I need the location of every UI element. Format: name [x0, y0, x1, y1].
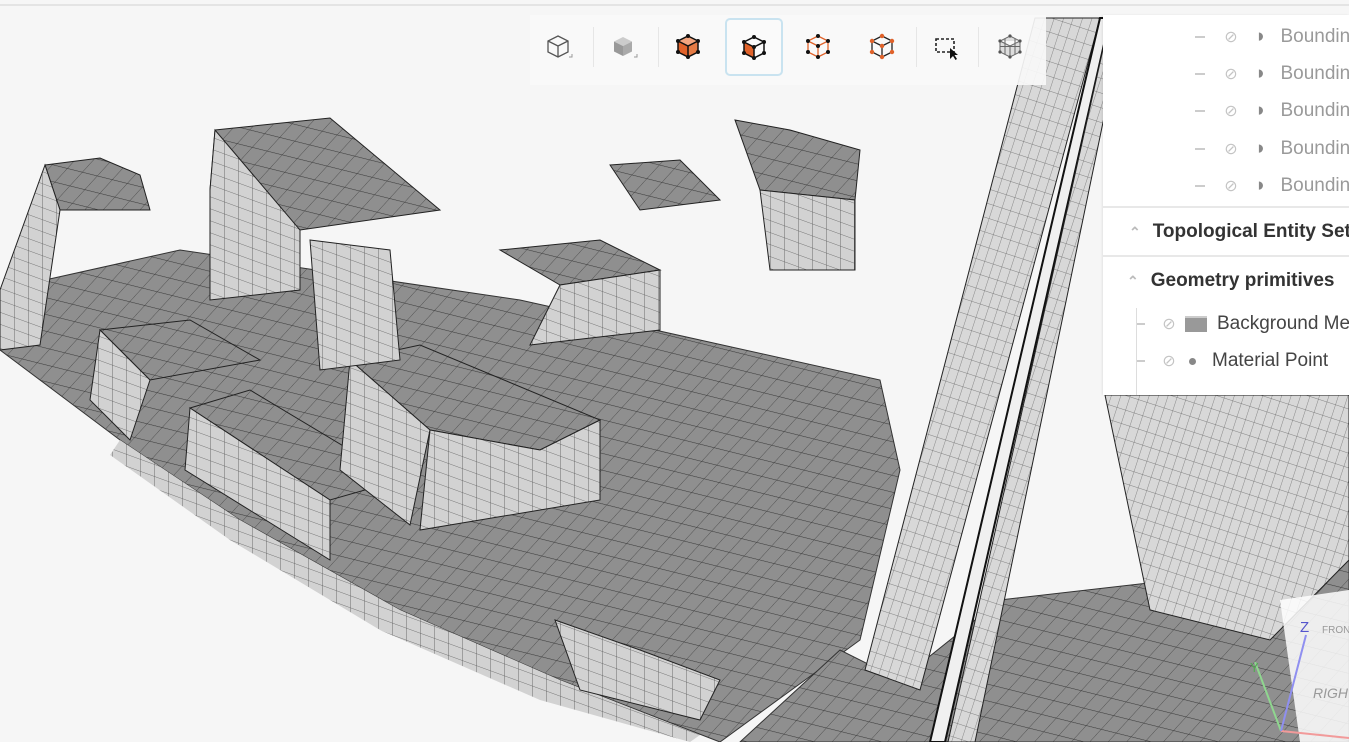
face-icon: ◗	[1255, 26, 1267, 47]
face-icon: ◗	[1255, 63, 1267, 84]
face-icon: ◗	[1255, 175, 1267, 196]
select-face-button[interactable]	[725, 18, 783, 76]
select-face-icon	[742, 35, 766, 60]
gizmo-face-front[interactable]: FRONT	[1322, 625, 1349, 636]
box-icon	[1185, 316, 1207, 332]
point-icon	[1189, 357, 1196, 365]
divider	[1103, 255, 1349, 257]
eye-hidden-icon[interactable]: ⊘	[1221, 139, 1241, 159]
divider	[1103, 206, 1349, 208]
box-select-icon	[935, 38, 958, 60]
eye-hidden-icon[interactable]: ⊘	[1221, 101, 1241, 121]
face-icon: ◗	[1255, 100, 1267, 121]
tree-item-background-mesh[interactable]: ⊘ Background Me	[1137, 306, 1349, 342]
cube-wireframe-icon	[547, 35, 573, 58]
select-volume-icon	[676, 34, 700, 59]
tree-item-bounding-3[interactable]: ⊘◗Bounding	[1195, 93, 1349, 129]
eye-hidden-icon[interactable]: ⊘	[1221, 27, 1241, 47]
tree-item-bounding-5[interactable]: ⊘◗Bounding	[1195, 168, 1349, 204]
eye-hidden-icon[interactable]: ⊘	[1159, 314, 1179, 334]
chevron-up-icon: ⌃	[1127, 272, 1139, 289]
scene-tree-panel: ⊘◗Bounding ⊘◗Bounding ⊘◗Bounding ⊘◗Bound…	[1103, 15, 1349, 395]
eye-hidden-icon[interactable]: ⊘	[1221, 64, 1241, 84]
section-topological-entity-sets[interactable]: ⌃ Topological Entity Sets	[1129, 214, 1349, 250]
tree-item-bounding-2[interactable]: ⊘◗Bounding	[1195, 56, 1349, 92]
eye-hidden-icon[interactable]: ⊘	[1159, 351, 1179, 371]
solid-view-button[interactable]	[595, 18, 651, 74]
mesh-view-button[interactable]	[982, 18, 1038, 74]
select-vertex-icon	[869, 33, 895, 60]
tree-item-bounding-4[interactable]: ⊘◗Bounding	[1195, 131, 1349, 167]
select-vertex-button[interactable]	[854, 18, 910, 74]
select-edge-icon	[806, 34, 830, 59]
axis-z-label: Z	[1300, 619, 1309, 636]
face-icon: ◗	[1255, 138, 1267, 159]
mesh-cube-icon	[998, 34, 1022, 59]
chevron-up-icon: ⌃	[1129, 223, 1141, 240]
eye-hidden-icon[interactable]: ⊘	[1221, 176, 1241, 196]
wireframe-view-button[interactable]	[530, 18, 586, 74]
section-geometry-primitives[interactable]: ⌃ Geometry primitives	[1127, 263, 1334, 299]
tree-item-material-point[interactable]: ⊘ Material Point	[1137, 343, 1328, 379]
tree-item-bounding-1[interactable]: ⊘◗Bounding	[1195, 19, 1349, 55]
select-volume-button[interactable]	[660, 18, 716, 74]
select-edge-button[interactable]	[790, 18, 846, 74]
cube-solid-icon	[614, 37, 638, 58]
viewer-toolbar	[530, 15, 1046, 85]
box-select-button[interactable]	[918, 18, 974, 74]
axis-y-label: Y	[1250, 660, 1259, 675]
gizmo-face-right[interactable]: RIGHT	[1313, 685, 1349, 701]
